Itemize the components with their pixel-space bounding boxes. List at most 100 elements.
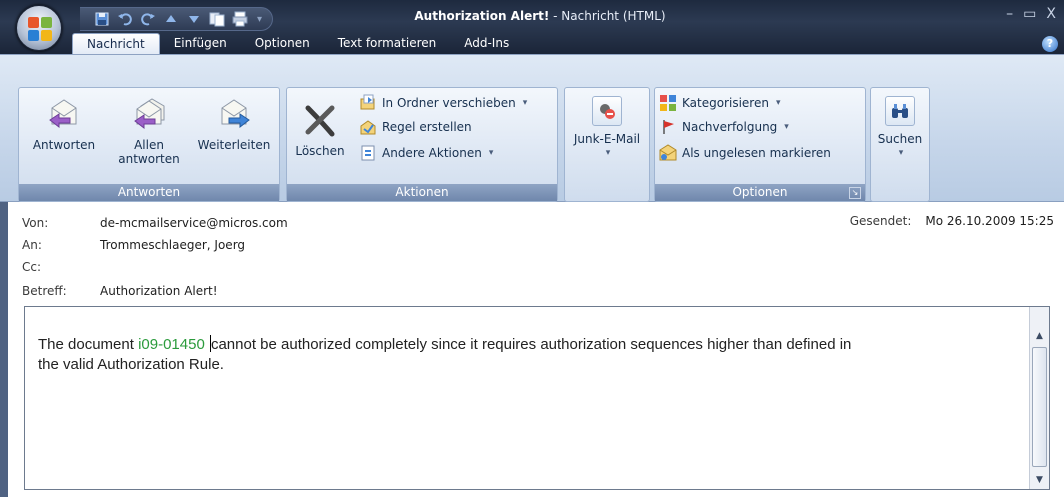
office-button[interactable] (16, 5, 62, 51)
subject-label: Betreff: (22, 284, 67, 298)
reply-all-button[interactable]: Allen antworten (109, 96, 189, 166)
vertical-scrollbar[interactable]: ▲ ▼ (1029, 307, 1049, 489)
reply-all-icon (134, 98, 165, 130)
delete-button[interactable]: Löschen (289, 102, 351, 158)
subject-value: Authorization Alert! (100, 284, 218, 298)
down-arrow-icon[interactable] (184, 9, 204, 29)
reply-icon (49, 99, 77, 129)
from-label: Von: (22, 216, 49, 230)
message-prefix: The document (38, 336, 139, 353)
other-actions-button[interactable]: Andere Aktionen ▾ (359, 144, 493, 162)
binoculars-icon (885, 96, 915, 126)
group-label-optionen: Optionen (655, 184, 865, 201)
quick-access-toolbar: ▾ (80, 7, 274, 31)
delete-label: Löschen (295, 144, 345, 158)
scroll-down-icon[interactable]: ▼ (1030, 473, 1049, 487)
follow-up-dropdown-icon: ▾ (784, 122, 789, 132)
message-text: The document i09-01450 cannot be authori… (38, 335, 1028, 375)
help-icon[interactable]: ? (1042, 36, 1058, 52)
save-icon[interactable] (92, 9, 112, 29)
create-rule-label: Regel erstellen (382, 120, 472, 134)
from-value[interactable]: de-mcmailservice@micros.com (100, 216, 288, 230)
move-to-folder-label: In Ordner verschieben (382, 96, 516, 110)
group-search: Suchen ▾ (870, 87, 930, 202)
other-actions-dropdown-icon: ▾ (488, 148, 494, 158)
sent-label: Gesendet: (849, 214, 912, 228)
group-label-antworten: Antworten (19, 184, 279, 201)
search-dropdown-icon: ▾ (898, 148, 904, 158)
undo-icon[interactable] (115, 9, 135, 29)
group-junk: Junk-E-Mail ▾ (564, 87, 650, 202)
to-value[interactable]: Trommeschlaeger, Joerg (100, 238, 245, 252)
from-row: Von: de-mcmailservice@micros.com (22, 216, 288, 230)
move-folder-icon (360, 94, 375, 110)
follow-up-flag-icon (663, 120, 674, 134)
subject-row: Betreff: Authorization Alert! (22, 284, 218, 298)
forward-label: Weiterleiten (197, 138, 271, 152)
search-button[interactable]: Suchen ▾ (871, 96, 929, 160)
ribbon-tabs: Nachricht Einfügen Optionen Text formati… (72, 33, 523, 54)
title-main: Authorization Alert! (414, 9, 550, 23)
document-id: i09-01450 (138, 336, 205, 353)
message-body-area: The document i09-01450 cannot be authori… (0, 306, 1064, 497)
message-line2: the valid Authorization Rule. (38, 356, 224, 373)
cc-label: Cc: (22, 260, 42, 274)
minimize-icon[interactable]: – (1006, 6, 1013, 22)
tab-nachricht[interactable]: Nachricht (72, 33, 160, 54)
mark-unread-button[interactable]: Als ungelesen markieren (659, 144, 831, 162)
categorize-button[interactable]: Kategorisieren ▾ (659, 94, 780, 112)
create-rule-button[interactable]: Regel erstellen (359, 118, 472, 136)
junk-email-button[interactable]: Junk-E-Mail ▾ (565, 96, 649, 160)
title-suffix: - Nachricht (HTML) (549, 9, 666, 23)
reply-all-label-1: Allen (134, 138, 164, 152)
ribbon: Antworten Allen antworten Weiterleiten A… (0, 54, 1064, 202)
reply-label: Antworten (32, 138, 96, 152)
to-label: An: (22, 238, 42, 252)
window-controls: – ▭ X (1006, 6, 1056, 22)
message-body[interactable]: The document i09-01450 cannot be authori… (24, 306, 1050, 490)
search-label: Suchen (877, 132, 923, 146)
group-aktionen: Löschen In Ordner verschieben ▾ Regel ers… (286, 87, 558, 202)
group-optionen: Kategorisieren ▾ Nachverfolgung ▾ Als unge… (654, 87, 866, 202)
delete-x-icon (305, 105, 335, 137)
forward-button[interactable]: Weiterleiten (191, 96, 277, 152)
move-to-folder-button[interactable]: In Ordner verschieben ▾ (359, 94, 527, 112)
sent-value: Mo 26.10.2009 15:25 (925, 214, 1054, 228)
categorize-icon (660, 95, 676, 111)
tab-optionen[interactable]: Optionen (241, 33, 324, 54)
to-row: An: Trommeschlaeger, Joerg (22, 238, 245, 252)
window-title: Authorization Alert! - Nachricht (HTML) (330, 9, 750, 23)
cc-row: Cc: (22, 260, 100, 274)
up-arrow-icon[interactable] (161, 9, 181, 29)
forward-icon (221, 99, 250, 129)
move-dropdown-icon: ▾ (522, 98, 528, 108)
junk-email-icon (592, 96, 622, 126)
categorize-label: Kategorisieren (682, 96, 769, 110)
reply-button[interactable]: Antworten (25, 96, 103, 152)
scroll-up-icon[interactable]: ▲ (1030, 329, 1049, 343)
office-logo-icon (28, 17, 52, 41)
print-icon[interactable] (230, 9, 250, 29)
tab-text-formatieren[interactable]: Text formatieren (324, 33, 451, 54)
qat-customize-icon[interactable]: ▾ (257, 14, 262, 25)
junk-dropdown-icon: ▾ (605, 148, 611, 158)
tab-add-ins[interactable]: Add-Ins (450, 33, 523, 54)
copy-icon[interactable] (207, 9, 227, 29)
reply-all-label-2: antworten (118, 152, 180, 166)
close-icon[interactable]: X (1046, 6, 1056, 22)
follow-up-label: Nachverfolgung (682, 120, 778, 134)
group-label-aktionen: Aktionen (287, 184, 557, 201)
mark-unread-label: Als ungelesen markieren (682, 146, 831, 160)
scrollbar-thumb[interactable] (1032, 347, 1047, 467)
follow-up-button[interactable]: Nachverfolgung ▾ (659, 118, 789, 136)
dialog-launcher-icon[interactable]: ↘ (849, 187, 861, 199)
junk-email-label: Junk-E-Mail (573, 132, 641, 146)
sent-row: Gesendet: Mo 26.10.2009 15:25 (850, 214, 1054, 228)
redo-icon[interactable] (138, 9, 158, 29)
tab-einfuegen[interactable]: Einfügen (160, 33, 241, 54)
other-actions-label: Andere Aktionen (382, 146, 482, 160)
maximize-icon[interactable]: ▭ (1023, 6, 1036, 22)
categorize-dropdown-icon: ▾ (775, 98, 781, 108)
group-antworten: Antworten Allen antworten Weiterleiten A… (18, 87, 280, 202)
message-line1-rest: cannot be authorized completely since it… (210, 336, 852, 353)
